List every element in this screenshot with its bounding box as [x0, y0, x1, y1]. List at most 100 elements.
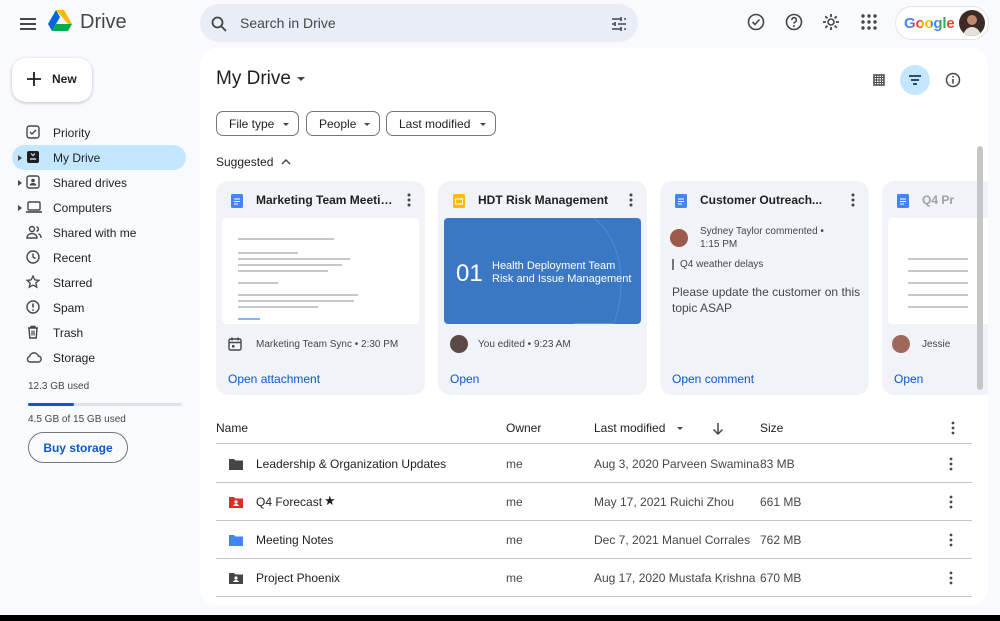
preview-line [238, 294, 358, 296]
chevron-down-icon [364, 123, 370, 126]
my-drive-icon [27, 151, 39, 163]
chevron-down-icon [283, 123, 289, 126]
sidebar-item-label: Spam [53, 301, 85, 315]
chevron-down-icon[interactable] [677, 427, 683, 430]
offline-status-icon[interactable] [746, 12, 766, 32]
storage-progress-bar [28, 403, 182, 406]
suggested-card[interactable]: HDT Risk Management 01 Health Deployment… [438, 181, 647, 395]
filter-chip-people[interactable]: People [306, 111, 380, 136]
search-bar[interactable] [200, 4, 638, 42]
more-vert-icon[interactable] [629, 193, 633, 207]
table-row[interactable]: Project Phoenix me Aug 17, 2020 Mustafa … [216, 559, 972, 597]
user-avatar[interactable] [959, 10, 985, 36]
file-name: Project Phoenix [256, 571, 341, 585]
open-attachment-link[interactable]: Open attachment [228, 372, 320, 386]
open-link[interactable]: Open [894, 372, 923, 386]
expand-caret-icon[interactable] [18, 155, 22, 161]
sidebar-item-shared-with-me[interactable]: Shared with me [12, 220, 186, 245]
more-vert-icon[interactable] [951, 421, 955, 435]
sidebar-item-storage[interactable]: Storage [12, 345, 186, 370]
shared-folder-icon [229, 573, 243, 584]
open-comment-link[interactable]: Open comment [672, 372, 754, 386]
page-title[interactable]: My Drive [216, 68, 291, 90]
more-vert-icon[interactable] [949, 495, 953, 509]
grid-view-button[interactable] [864, 65, 894, 95]
sidebar-item-label: Shared drives [53, 176, 128, 190]
search-options-icon[interactable] [610, 15, 628, 33]
column-header-last-modified[interactable]: Last modified [594, 421, 665, 435]
more-vert-icon[interactable] [949, 533, 953, 547]
file-owner: me [506, 495, 523, 509]
docs-icon [231, 194, 243, 208]
document-preview [222, 218, 419, 324]
search-input[interactable] [240, 13, 580, 33]
file-last-modified: May 17, 2021 Ruichi Zhou [594, 495, 735, 509]
main-panel: My Drive File type People Last modified … [200, 48, 988, 605]
new-button-label: New [52, 72, 77, 86]
sidebar-item-recent[interactable]: Recent [12, 245, 186, 270]
expand-caret-icon[interactable] [18, 205, 22, 211]
column-header-size[interactable]: Size [760, 421, 783, 435]
app-name[interactable]: Drive [80, 11, 127, 34]
window-bottom-edge [0, 615, 1000, 621]
column-header-name[interactable]: Name [216, 421, 248, 435]
more-vert-icon[interactable] [949, 457, 953, 471]
sidebar-item-priority[interactable]: Priority [12, 120, 186, 145]
new-button[interactable]: New [12, 58, 92, 102]
sidebar-item-computers[interactable]: Computers [12, 195, 186, 220]
storage-used-text: 12.3 GB used [28, 381, 90, 392]
sidebar-item-shared-drives[interactable]: Shared drives [12, 170, 186, 195]
sort-arrow-down-icon[interactable] [712, 422, 724, 436]
file-owner: me [506, 457, 523, 471]
suggested-card[interactable]: Q4 Pr Jessie Open [882, 181, 988, 395]
sidebar-item-my-drive[interactable]: My Drive [12, 145, 186, 170]
filter-view-button[interactable] [900, 65, 930, 95]
table-row[interactable]: Q4 Forecast ★ me May 17, 2021 Ruichi Zho… [216, 483, 972, 521]
expand-caret-icon[interactable] [18, 180, 22, 186]
apps-grid-icon[interactable] [859, 12, 879, 32]
sidebar-item-trash[interactable]: Trash [12, 320, 186, 345]
file-last-modified: Dec 7, 2021 Manuel Corrales [594, 533, 751, 547]
card-title: HDT Risk Management [478, 193, 609, 207]
preview-line [238, 252, 298, 254]
suggested-card[interactable]: Customer Outreach... Sydney Taylor comme… [660, 181, 869, 395]
details-button[interactable] [938, 65, 968, 95]
commenter-avatar [670, 229, 688, 247]
more-vert-icon[interactable] [851, 193, 855, 207]
vertical-scrollbar[interactable] [977, 146, 983, 390]
search-icon[interactable] [210, 15, 228, 33]
filter-chip-last-modified[interactable]: Last modified [386, 111, 496, 136]
starred-icon[interactable]: ★ [324, 493, 336, 509]
more-vert-icon[interactable] [949, 571, 953, 585]
buy-storage-button[interactable]: Buy storage [28, 432, 128, 463]
account-switcher[interactable]: Google [895, 6, 989, 40]
chevron-up-icon[interactable] [279, 155, 293, 169]
sidebar-item-label: Priority [53, 126, 91, 140]
info-icon [945, 72, 961, 88]
sidebar-item-label: Storage [53, 351, 96, 365]
settings-gear-icon[interactable] [821, 12, 841, 32]
preview-line [908, 306, 968, 308]
table-row[interactable]: Leadership & Organization Updates me Aug… [216, 445, 972, 483]
help-icon[interactable] [784, 12, 804, 32]
shared-folder-icon [229, 497, 243, 508]
sidebar-item-spam[interactable]: Spam [12, 295, 186, 320]
column-header-owner[interactable]: Owner [506, 421, 541, 435]
preview-line [238, 306, 318, 308]
open-link[interactable]: Open [450, 372, 479, 386]
folder-icon [229, 535, 243, 546]
suggested-card[interactable]: Marketing Team Meetin... Marketing Team … [216, 181, 425, 395]
title-dropdown-icon[interactable] [297, 77, 305, 81]
cloud-icon [26, 352, 42, 363]
filter-chip-file-type[interactable]: File type [216, 111, 299, 136]
preview-line [238, 300, 354, 302]
menu-icon[interactable] [16, 12, 40, 36]
sidebar-item-starred[interactable]: Starred [12, 270, 186, 295]
chip-label: Last modified [399, 117, 471, 131]
more-vert-icon[interactable] [407, 193, 411, 207]
preview-line [238, 282, 278, 284]
google-brand: Google [904, 15, 955, 32]
table-row[interactable]: Meeting Notes me Dec 7, 2021 Manuel Corr… [216, 521, 972, 559]
file-last-modified: Aug 17, 2020 Mustafa Krishna [594, 571, 756, 585]
sidebar-item-label: My Drive [53, 151, 101, 165]
